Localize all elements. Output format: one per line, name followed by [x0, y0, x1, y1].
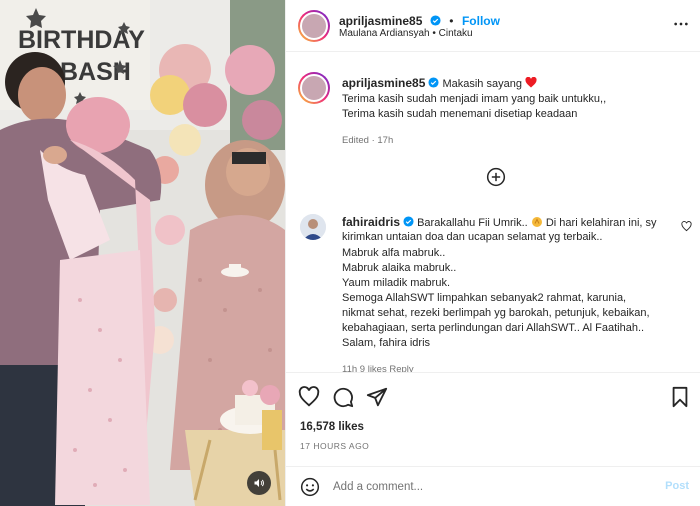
comment-text-4: Mabruk alaika mabruk.. — [342, 262, 457, 274]
verified-badge-icon — [403, 216, 414, 227]
video-frame: BIRTHDAY BASH — [0, 0, 285, 506]
emoji-smiley-icon[interactable] — [300, 477, 320, 497]
caption-username[interactable]: apriljasmine85 — [342, 76, 425, 90]
comment-text-9: Salam, fahira idris — [342, 337, 431, 349]
comment-like-heart-icon[interactable] — [681, 221, 692, 232]
sound-toggle-button[interactable] — [247, 471, 271, 495]
comment-text-7: nikmat sehat, rezeki berlimpah yg baroka… — [342, 307, 650, 319]
commenter-username[interactable]: fahiraidris — [342, 215, 400, 229]
add-comment-input[interactable] — [333, 479, 633, 495]
author-username[interactable]: apriljasmine85 — [339, 14, 422, 28]
comment-text-3: Mabruk alfa mabruk.. — [342, 247, 446, 259]
separator-dot: • — [449, 14, 454, 28]
caption-text-1: Makasih sayang — [442, 78, 522, 90]
follow-button[interactable]: Follow — [462, 14, 500, 28]
commenter-avatar-image — [300, 214, 326, 240]
audio-info[interactable]: Maulana Ardiansyah • Cintaku — [339, 28, 473, 39]
caption-text-3: Terima kasih sudah menemani disetiap kea… — [342, 108, 578, 120]
likes-count[interactable]: 16,578 likes — [300, 421, 364, 433]
like-heart-icon[interactable] — [298, 386, 320, 408]
post-comment-button[interactable]: Post — [665, 480, 689, 492]
post-time-ago[interactable]: 17 HOURS AGO — [300, 441, 369, 451]
post-actions-section: 16,578 likes 17 HOURS AGO Post — [286, 372, 700, 506]
share-paper-plane-icon[interactable] — [366, 386, 388, 408]
red-heart-emoji-icon — [525, 76, 537, 88]
author-avatar[interactable] — [298, 10, 330, 42]
speaker-icon — [254, 479, 264, 487]
comment-text-6: Semoga AllahSWT limpahkan sebanyak2 rahm… — [342, 292, 627, 304]
comment-bubble-icon[interactable] — [332, 386, 354, 408]
verified-badge-icon — [428, 77, 439, 88]
comment-text-2: kirimkan untaian doa dan ucapan selamat … — [342, 231, 603, 243]
clapping-hands-emoji-icon — [531, 217, 542, 227]
caption-edited-time: Edited · 17h — [342, 135, 394, 146]
load-more-comments-icon[interactable] — [486, 167, 506, 187]
caption-line-1: apriljasmine85 Makasih sayang — [342, 76, 537, 92]
post-header: apriljasmine85 • Follow Maulana Ardiansy… — [286, 0, 700, 52]
verified-badge-icon — [430, 15, 441, 26]
caption-author-avatar[interactable] — [298, 72, 330, 104]
more-horizontal-icon[interactable] — [673, 16, 689, 32]
save-bookmark-icon[interactable] — [669, 386, 691, 408]
comment-text-1b: Di hari kelahiran ini, sy — [545, 217, 657, 229]
commenter-avatar[interactable] — [300, 214, 326, 240]
comment-text-8: kebahagiaan, serta perlindungan dari All… — [342, 322, 645, 334]
comment-text-5: Yaum miladik mabruk. — [342, 277, 450, 289]
post-media-video[interactable]: BIRTHDAY BASH — [0, 0, 285, 506]
comment-line-1: fahiraidris Barakallahu Fii Umrik.. Di h… — [342, 215, 657, 231]
post-detail-panel: apriljasmine85 • Follow Maulana Ardiansy… — [285, 0, 700, 506]
caption-text-2: Terima kasih sudah menjadi imam yang bai… — [342, 93, 607, 105]
add-comment-row: Post — [286, 466, 700, 506]
comment-text-1: Barakallahu Fii Umrik.. — [417, 217, 528, 229]
